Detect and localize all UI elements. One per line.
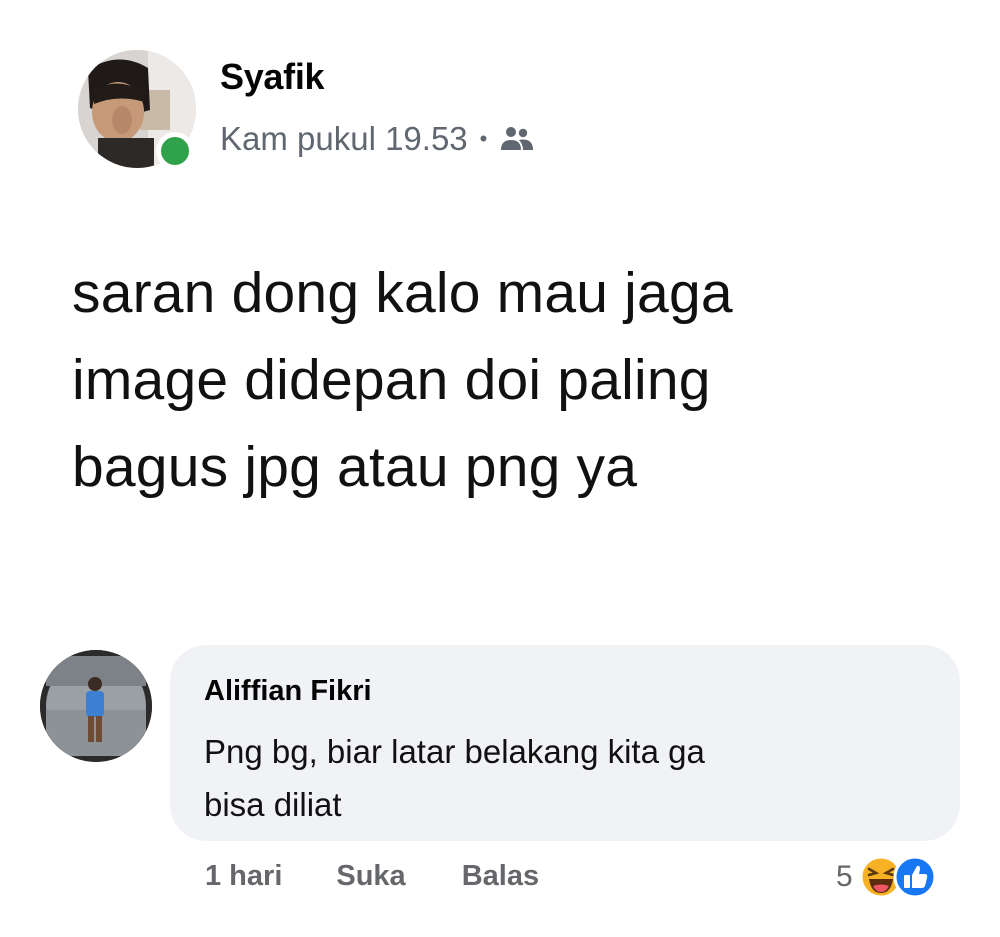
like-button[interactable]: Suka xyxy=(336,860,405,893)
comment-text: Png bg, biar latar belakang kita ga bisa… xyxy=(204,725,904,831)
reaction-summary[interactable]: 5 xyxy=(836,852,937,902)
post-body: saran dong kalo mau jaga image didepan d… xyxy=(72,250,972,511)
reaction-count: 5 xyxy=(836,860,853,893)
comment-text-line: bisa diliat xyxy=(204,786,342,823)
commenter-avatar-photo xyxy=(40,650,152,762)
post-text-line: bagus jpg atau png ya xyxy=(72,435,638,499)
post-text-line: image didepan doi paling xyxy=(72,348,711,412)
commenter-avatar[interactable] xyxy=(40,650,152,762)
post-author-name[interactable]: Syafik xyxy=(220,56,325,98)
group-icon[interactable] xyxy=(499,124,535,154)
meta-separator: • xyxy=(479,126,488,151)
online-status-indicator xyxy=(156,132,194,170)
comment-author-name[interactable]: Aliffian Fikri xyxy=(204,675,372,708)
post-text-line: saran dong kalo mau jaga xyxy=(72,261,733,325)
post-header: Syafik Kam pukul 19.53 • xyxy=(70,48,670,178)
comment-bubble: Aliffian Fikri Png bg, biar latar belaka… xyxy=(170,645,960,841)
comment-time[interactable]: 1 hari xyxy=(205,860,282,893)
post-timestamp[interactable]: Kam pukul 19.53 xyxy=(220,120,468,158)
like-icon xyxy=(893,855,937,899)
reply-button[interactable]: Balas xyxy=(462,860,539,893)
comment-actions: 1 hari Suka Balas xyxy=(205,860,595,893)
post-meta: Kam pukul 19.53 • xyxy=(220,120,535,158)
comment-text-line: Png bg, biar latar belakang kita ga xyxy=(204,733,705,770)
